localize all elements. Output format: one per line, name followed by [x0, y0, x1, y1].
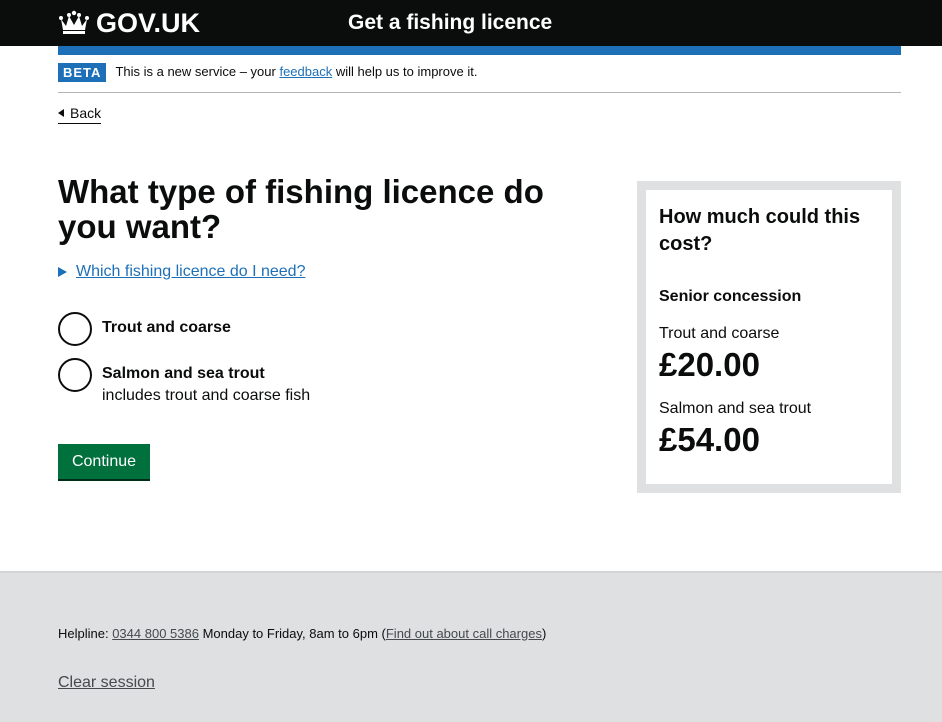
header-blue-bar — [58, 46, 901, 55]
radio-label: Trout and coarse — [102, 312, 231, 346]
back-link[interactable]: Back — [58, 104, 102, 124]
govuk-logo-link[interactable]: GOV.UK — [58, 8, 200, 38]
continue-button[interactable]: Continue — [58, 444, 150, 479]
details-summary-label: Which fishing licence do I need? — [76, 263, 306, 280]
site-footer — [0, 571, 942, 722]
back-link-label: Back — [70, 105, 102, 121]
feedback-link[interactable]: feedback — [279, 64, 332, 79]
helpline-text: Helpline: 0344 800 5386 Monday to Friday… — [58, 624, 546, 644]
page-title: What type of fishing licence do you want… — [58, 173, 544, 245]
clear-session-link[interactable]: Clear session — [58, 673, 155, 693]
service-name-link[interactable]: Get a fishing licence — [348, 10, 552, 36]
price-label-trout: Trout and coarse — [659, 325, 780, 342]
beta-tag: BETA — [58, 63, 107, 82]
price-value-trout: £20.00 — [659, 346, 760, 383]
call-charges-link[interactable]: Find out about call charges — [386, 626, 542, 641]
radio-label-title: Salmon and sea trout — [102, 365, 265, 382]
back-arrow-icon — [58, 109, 64, 117]
phase-banner: BETA This is a new service – your feedba… — [58, 62, 901, 93]
radio-label: Salmon and sea trout includes trout and … — [102, 358, 310, 407]
price-label-salmon: Salmon and sea trout — [659, 400, 812, 417]
helpline-hours: Monday to Friday, 8am to 6pm ( — [198, 626, 386, 641]
concession-label: Senior concession — [659, 288, 802, 305]
phase-text-after: will help us to improve it. — [332, 64, 478, 79]
phase-banner-text: This is a new service – your feedback wi… — [115, 61, 477, 83]
radio-button-salmon-and-sea-trout[interactable] — [58, 358, 92, 392]
crown-icon — [59, 10, 89, 34]
phase-text-before: This is a new service – your — [115, 64, 280, 79]
triangle-right-icon — [58, 267, 67, 277]
price-value-salmon: £54.00 — [659, 421, 760, 458]
logo-text: GOV.UK — [96, 8, 201, 38]
cost-panel-title: How much could this cost? — [659, 206, 861, 255]
details-summary[interactable]: Which fishing licence do I need? — [58, 262, 305, 282]
radio-label-title: Trout and coarse — [102, 319, 231, 336]
helpline-close-paren: ) — [541, 626, 547, 641]
radio-option-salmon-and-sea-trout[interactable]: Salmon and sea trout includes trout and … — [58, 358, 310, 407]
radio-hint: includes trout and coarse fish — [102, 387, 311, 404]
helpline-phone-link[interactable]: 0344 800 5386 — [112, 626, 199, 641]
cost-panel-inner: How much could this cost? Senior concess… — [646, 190, 892, 484]
helpline-label: Helpline: — [58, 626, 113, 641]
radio-option-trout-and-coarse[interactable]: Trout and coarse — [58, 312, 231, 346]
radio-button-trout-and-coarse[interactable] — [58, 312, 92, 346]
site-header: GOV.UK Get a fishing licence — [0, 0, 942, 46]
cost-panel: How much could this cost? Senior concess… — [637, 181, 901, 493]
